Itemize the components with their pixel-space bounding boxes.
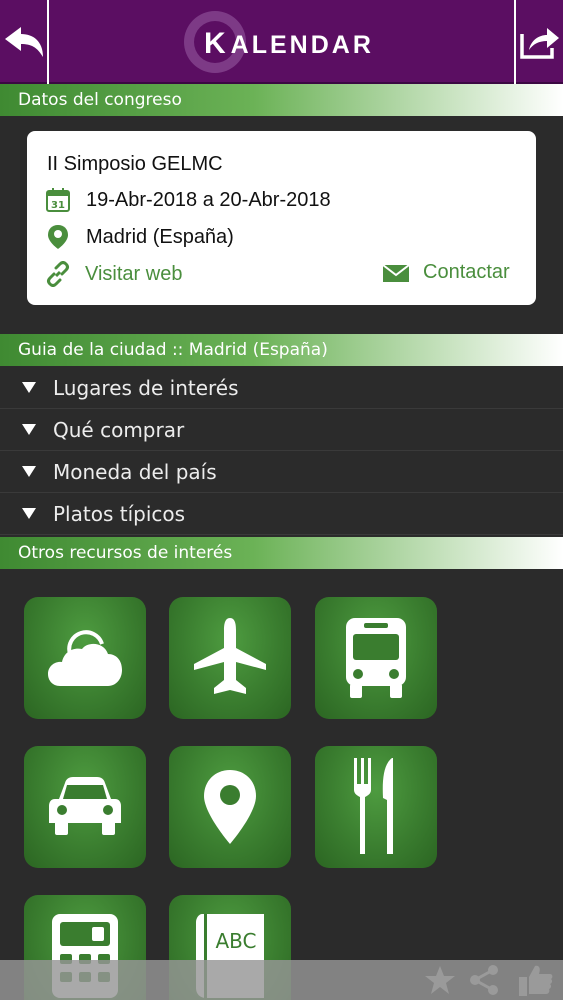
expand-triangle-icon xyxy=(22,466,36,477)
resource-tile-bus[interactable] xyxy=(315,597,437,719)
location-pin-icon xyxy=(45,224,71,250)
resource-tile-places[interactable] xyxy=(169,746,291,868)
expand-triangle-icon xyxy=(22,382,36,393)
back-button[interactable] xyxy=(0,0,49,84)
app-header: KALENDAR xyxy=(0,0,563,84)
city-guide-item-lugares[interactable]: Lugares de interés xyxy=(0,367,563,409)
link-icon xyxy=(45,261,71,287)
congress-card: II Simposio GELMC 31 19-Abr-2018 a 20-Ab… xyxy=(27,131,536,305)
resource-tile-car[interactable] xyxy=(24,746,146,868)
envelope-icon xyxy=(383,263,409,283)
resource-tile-flights[interactable] xyxy=(169,597,291,719)
congress-location-row: Madrid (España) xyxy=(45,224,234,250)
share-button[interactable] xyxy=(466,962,502,998)
congress-dates: 19-Abr-2018 a 20-Abr-2018 xyxy=(86,188,331,211)
expand-triangle-icon xyxy=(22,508,36,519)
back-arrow-icon xyxy=(4,27,43,57)
fork-knife-icon xyxy=(354,758,393,854)
visit-website-link[interactable]: Visitar web xyxy=(45,261,182,287)
kalendar-logo: KALENDAR xyxy=(184,10,374,74)
section-header-city-guide: Guia de la ciudad :: Madrid (España) xyxy=(0,334,563,366)
svg-text:31: 31 xyxy=(51,200,65,211)
map-pin-icon xyxy=(204,770,256,844)
bottom-action-bar xyxy=(0,960,563,1000)
congress-name: II Simposio GELMC xyxy=(47,153,223,175)
congress-dates-row: 31 19-Abr-2018 a 20-Abr-2018 xyxy=(45,187,331,213)
congress-location: Madrid (España) xyxy=(86,225,234,248)
weather-cloud-icon xyxy=(48,630,122,686)
share-export-icon xyxy=(519,28,559,59)
car-icon xyxy=(49,777,121,835)
calendar-icon: 31 xyxy=(45,187,71,213)
share-export-button[interactable] xyxy=(514,0,563,84)
city-guide-item-platos[interactable]: Platos típicos xyxy=(0,493,563,535)
contact-link[interactable]: Contactar xyxy=(383,261,510,284)
city-guide-item-moneda[interactable]: Moneda del país xyxy=(0,451,563,493)
section-header-resources: Otros recursos de interés xyxy=(0,537,563,569)
favorite-button[interactable] xyxy=(422,962,458,998)
resource-tile-restaurants[interactable] xyxy=(315,746,437,868)
section-header-congress: Datos del congreso xyxy=(0,84,563,116)
star-icon xyxy=(425,966,455,994)
share-icon xyxy=(470,965,498,995)
city-guide-item-comprar[interactable]: Qué comprar xyxy=(0,409,563,451)
bus-icon xyxy=(346,618,406,698)
expand-triangle-icon xyxy=(22,424,36,435)
resource-tile-weather[interactable] xyxy=(24,597,146,719)
airplane-icon xyxy=(194,618,266,694)
svg-text:ABC: ABC xyxy=(215,929,256,953)
thumbs-up-icon xyxy=(519,965,553,996)
like-button[interactable] xyxy=(518,962,554,998)
